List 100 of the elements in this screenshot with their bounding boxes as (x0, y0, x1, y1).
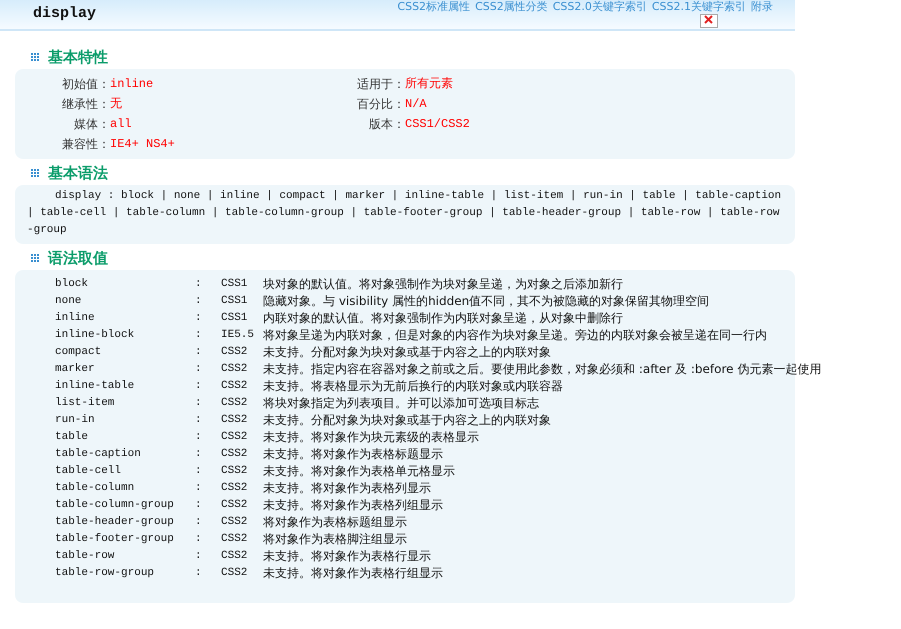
version: CSS2 (221, 566, 248, 579)
value-name: table (55, 430, 88, 443)
property-value: CSS1/CSS2 (405, 116, 470, 133)
value-description: 未支持。将对象作为表格列组显示 (263, 496, 443, 514)
property-value: 无 (110, 96, 122, 113)
property-label: 媒体： (73, 116, 110, 133)
version: CSS2 (221, 380, 248, 392)
colon: : (195, 448, 202, 460)
dots-icon (31, 168, 40, 178)
value-name: inline (55, 312, 95, 324)
colon: : (195, 498, 202, 511)
nav-link[interactable]: CSS2.1关键字索引 (652, 0, 746, 13)
version: CSS2 (221, 430, 248, 443)
value-description: 将对象作为表格脚注组显示 (263, 530, 407, 548)
value-name: inline-block (55, 328, 134, 341)
value-description: 未支持。将对象作为表格列显示 (263, 480, 431, 496)
value-description: 未支持。分配对象为块对象或基于内容之上的内联对象 (263, 344, 551, 360)
nav-link[interactable]: CSS2.0关键字索引 (552, 0, 647, 13)
colon: : (195, 482, 202, 494)
value-description: 未支持。指定内容在容器对象之前或之后。要使用此参数，对象必须和 :after 及 :before 伪元素一起使用 (263, 360, 822, 378)
property-value: inline (110, 76, 154, 93)
colon: : (195, 532, 202, 545)
nav-link[interactable]: CSS2属性分类 (475, 0, 548, 13)
version: CSS1 (221, 312, 248, 324)
broken-image-icon (700, 14, 718, 28)
colon: : (195, 294, 202, 307)
colon: : (195, 346, 202, 358)
value-description: 未支持。将对象作为块元素级的表格显示 (263, 428, 479, 446)
value-description: 隐藏对象。与 visibility 属性的hidden值不同，其不为被隐藏的对象保留其物理空间 (263, 292, 710, 310)
value-description: 未支持。分配对象为块对象或基于内容之上的内联对象 (263, 412, 551, 428)
version: CSS2 (221, 396, 248, 409)
version: CSS2 (221, 482, 248, 494)
nav-link[interactable]: CSS2标准属性 (397, 0, 470, 13)
value-name: inline-table (55, 380, 134, 392)
value-description: 未支持。将对象作为表格行显示 (263, 548, 431, 564)
value-name: list-item (55, 396, 114, 409)
value-description: 未支持。将对象作为表格单元格显示 (263, 462, 455, 480)
value-name: compact (55, 346, 102, 358)
nav-link[interactable]: 附录 (751, 0, 773, 13)
version: CSS2 (221, 414, 248, 426)
value-name: table-row (55, 550, 114, 562)
value-name: table-column (55, 482, 134, 494)
section-heading: 基本语法 (48, 162, 108, 184)
value-name: run-in (55, 414, 95, 426)
value-name: table-caption (55, 448, 141, 460)
colon: : (195, 414, 202, 426)
colon: : (195, 312, 202, 324)
value-name: table-column-group (55, 498, 174, 511)
section-heading: 基本特性 (48, 46, 108, 68)
property-label: 初始值： (61, 76, 110, 93)
property-label: 继承性： (61, 96, 110, 113)
value-description: 将对象作为表格标题组显示 (263, 514, 407, 530)
version: CSS2 (221, 532, 248, 545)
value-description: 未支持。将对象作为表格行组显示 (263, 564, 443, 582)
version: CSS2 (221, 498, 248, 511)
section-heading: 语法取值 (48, 248, 108, 269)
version: CSS2 (221, 346, 248, 358)
colon: : (195, 362, 202, 375)
version: CSS1 (221, 278, 248, 290)
value-description: 未支持。将对象作为表格标题显示 (263, 446, 443, 462)
value-name: table-footer-group (55, 532, 174, 545)
version: CSS1 (221, 294, 248, 307)
value-name: table-row-group (55, 566, 154, 579)
colon: : (195, 380, 202, 392)
page-title: display (33, 4, 96, 24)
version: CSS2 (221, 516, 248, 528)
colon: : (195, 278, 202, 290)
colon: : (195, 396, 202, 409)
value-description: 块对象的默认值。将对象强制作为块对象呈递，为对象之后添加新行 (263, 276, 623, 292)
version: CSS2 (221, 550, 248, 562)
colon: : (195, 516, 202, 528)
value-name: block (55, 278, 88, 290)
colon: : (195, 328, 202, 341)
property-label: 兼容性： (61, 136, 110, 153)
colon: : (195, 430, 202, 443)
version: CSS2 (221, 362, 248, 375)
version: CSS2 (221, 464, 248, 477)
value-name: table-cell (55, 464, 122, 477)
property-label: 版本： (368, 116, 405, 133)
value-description: 未支持。将表格显示为无前后换行的内联对象或内联容器 (263, 378, 563, 394)
value-description: 将块对象指定为列表项目。并可以添加可选项目标志 (263, 394, 539, 412)
property-value: IE4+ NS4+ (110, 136, 175, 153)
version: CSS2 (221, 448, 248, 460)
value-description: 内联对象的默认值。将对象强制作为内联对象呈递，从对象中删除行 (263, 310, 623, 326)
colon: : (195, 464, 202, 477)
property-label: 百分比： (356, 96, 405, 113)
value-description: 将对象呈递为内联对象，但是对象的内容作为块对象呈递。旁边的内联对象会被呈递在同一行内 (263, 326, 767, 344)
colon: : (195, 550, 202, 562)
value-name: marker (55, 362, 95, 375)
property-value: all (110, 116, 132, 133)
value-name: none (55, 294, 82, 307)
dots-icon (31, 52, 40, 62)
property-label: 适用于： (356, 76, 405, 93)
property-value: N/A (405, 96, 427, 113)
version: IE5.5 (221, 328, 254, 341)
syntax-text: display : block | none | inline | compact | marker | inline-table | list-item | run-in | table | table-caption | table-cell | table-column | table-column-group | table-footer-group | table-header-group | table-row | table-row-group (27, 189, 782, 238)
value-name: table-header-group (55, 516, 174, 528)
colon: : (195, 566, 202, 579)
dots-icon (31, 254, 40, 262)
property-value: 所有元素 (405, 76, 453, 93)
